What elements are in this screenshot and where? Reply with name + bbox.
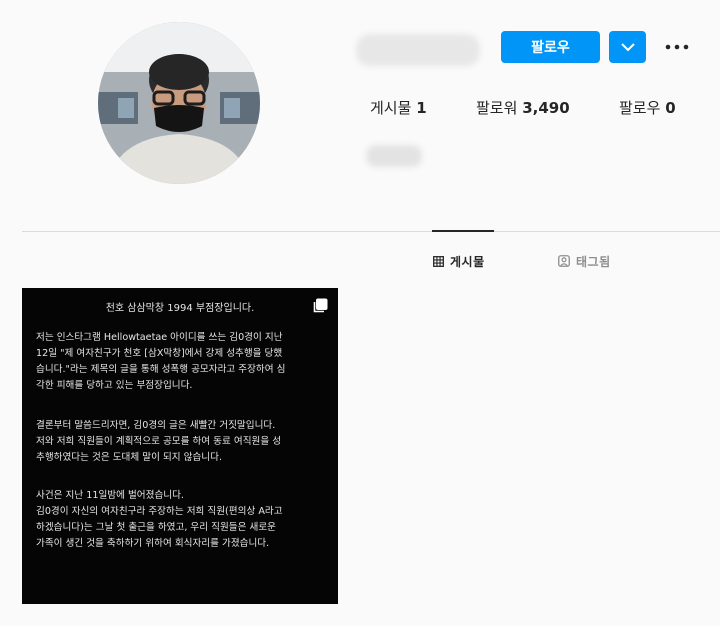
post-paragraph: 결론부터 말씀드리자면, 김0경의 글은 새빨간 거짓말입니다. 저와 저희 직…: [36, 418, 326, 466]
post-line: 결론부터 말씀드리자면, 김0경의 글은 새빨간 거짓말입니다.: [36, 420, 276, 431]
following-count: 0: [665, 99, 676, 117]
carousel-icon: [313, 298, 328, 313]
grid-icon: [433, 255, 444, 267]
profile-avatar[interactable]: [98, 22, 260, 184]
posts-label: 게시물: [370, 99, 412, 117]
chevron-down-icon: [620, 42, 635, 51]
tag-person-icon: [558, 255, 570, 267]
following-stat[interactable]: 팔로우 0: [619, 97, 676, 118]
tab-posts[interactable]: 게시물: [433, 252, 485, 270]
tab-tagged[interactable]: 태그됨: [558, 252, 611, 270]
following-label: 팔로우: [619, 99, 661, 117]
suggested-accounts-button[interactable]: [609, 31, 646, 63]
post-thumbnail[interactable]: 천호 삼삼막창 1994 부점장입니다. 저는 인스타그램 Hellowtaet…: [22, 288, 338, 604]
post-line: 저는 인스타그램 Hellowtaetae 아이디를 쓰는 김0경이 지난: [36, 332, 283, 343]
post-title: 천호 삼삼막창 1994 부점장입니다.: [105, 303, 255, 314]
post-line: 하겠습니다)는 그날 첫 출근을 하였고, 우리 직원들은 새로운: [36, 522, 276, 533]
post-line: 추행하였다는 것은 도대체 말이 되지 않습니다.: [36, 452, 222, 463]
post-line: 12일 "제 여자친구가 천호 [삼X막창]에서 강제 성추행을 당했: [36, 348, 283, 359]
profile-stats: 게시물 1 팔로워 3,490 팔로우 0: [370, 97, 700, 121]
post-line: 김0경이 자신의 여자친구라 주장하는 저희 직원(편의상 A라고: [36, 506, 283, 517]
follow-button[interactable]: 팔로우: [501, 31, 600, 63]
more-dots-icon: [665, 44, 689, 50]
tab-tagged-label: 태그됨: [576, 254, 611, 269]
post-line: 사건은 지난 11일밤에 벌어졌습니다.: [36, 490, 184, 501]
posts-count: 1: [416, 99, 427, 117]
post-line: 저와 저희 직원들이 계획적으로 공모를 하여 동료 여직원을 성: [36, 436, 282, 447]
more-options-button[interactable]: [662, 34, 692, 60]
tabs-divider: [22, 231, 720, 232]
post-line: 습니다."라는 제목의 글을 통해 성폭행 공모자라고 주장하여 심: [36, 364, 286, 375]
post-line: 각한 피해를 당하고 있는 부점장입니다.: [36, 380, 193, 391]
post-line: 가족이 생긴 것을 축하하기 위하여 회식자리를 가졌습니다.: [36, 538, 270, 549]
carousel-icon-wrap: [312, 298, 328, 318]
active-tab-indicator: [432, 230, 494, 232]
posts-stat: 게시물 1: [370, 97, 427, 118]
bio-redacted: [366, 145, 422, 167]
followers-label: 팔로워: [476, 99, 518, 117]
username-redacted: [356, 34, 480, 66]
tab-posts-label: 게시물: [450, 254, 485, 269]
followers-stat[interactable]: 팔로워 3,490: [476, 97, 570, 118]
post-paragraph: 저는 인스타그램 Hellowtaetae 아이디를 쓰는 김0경이 지난 12…: [36, 330, 326, 394]
post-paragraph: 사건은 지난 11일밤에 벌어졌습니다. 김0경이 자신의 여자친구라 주장하는…: [36, 488, 326, 552]
followers-count: 3,490: [522, 99, 570, 117]
avatar-photo: [98, 22, 260, 184]
